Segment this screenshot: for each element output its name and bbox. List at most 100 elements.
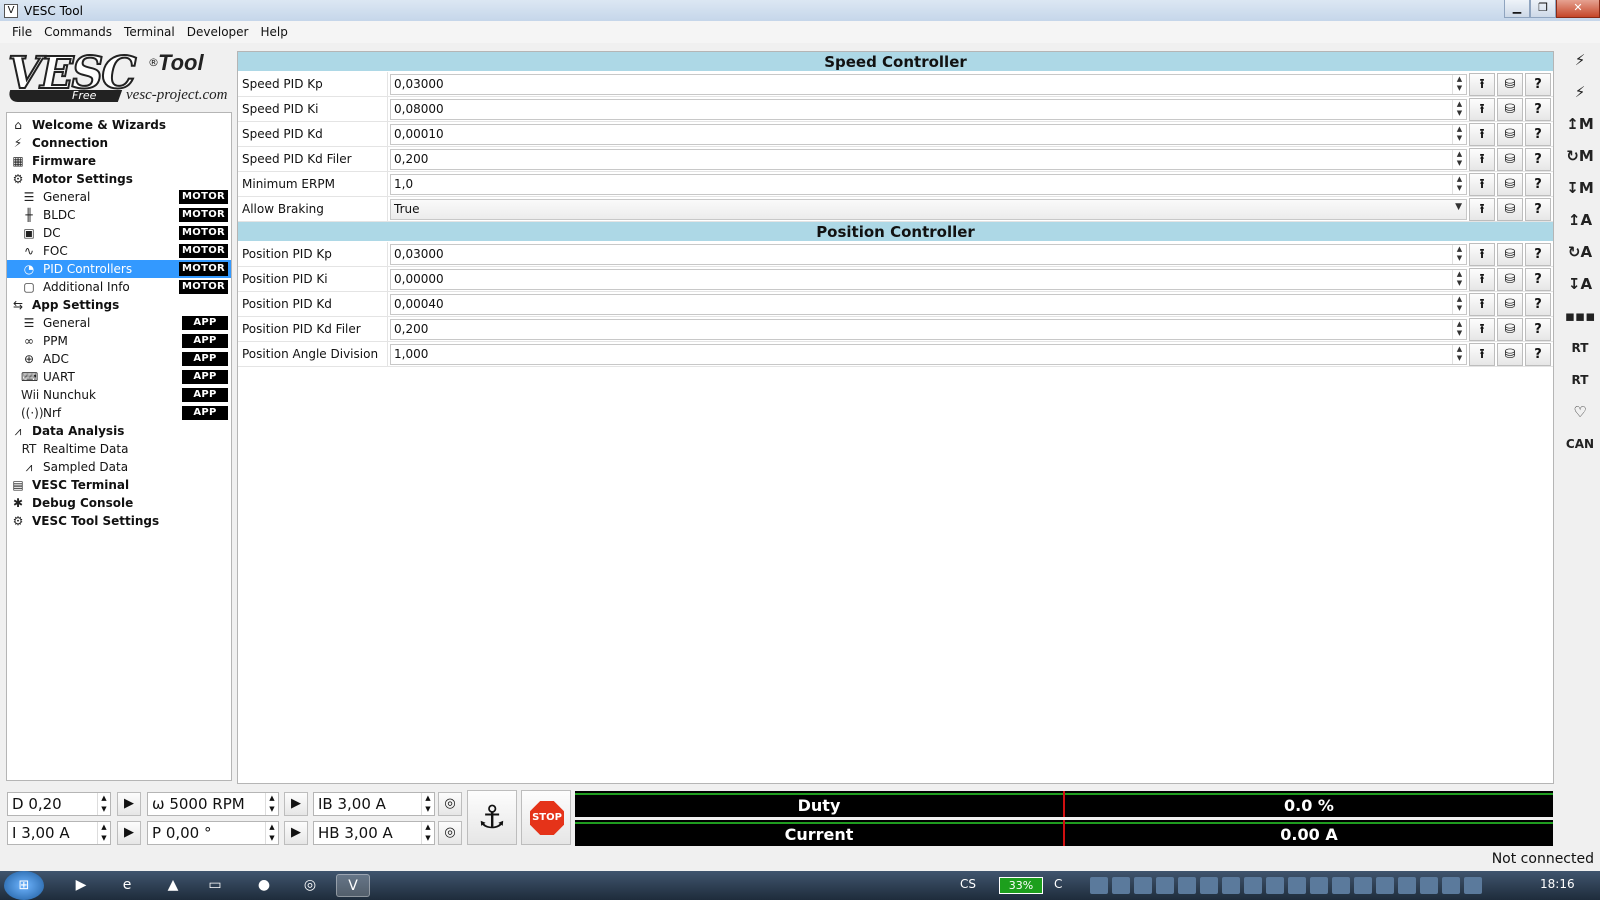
database-button[interactable]: ⛁ [1497,342,1523,366]
clock[interactable]: 18:16 [1540,877,1575,891]
tray-icon[interactable] [1244,877,1262,894]
menu-file[interactable]: File [6,25,38,39]
upload-button[interactable]: ⭱ [1469,242,1495,266]
position-input[interactable]: P 0,00 ° ▲ ▼ [147,821,279,845]
database-button[interactable]: ⛁ [1497,147,1523,171]
tree-item-sampled-data[interactable]: ⩘ Sampled Data [7,458,231,476]
tree-item-data-analysis[interactable]: ⩘ Data Analysis [7,422,231,440]
rt-app-icon[interactable]: RT [1564,366,1596,394]
tree-item-motor-settings[interactable]: ⚙ Motor Settings [7,170,231,188]
chat-app-icon[interactable]: ● [247,874,281,897]
database-button[interactable]: ⛁ [1497,292,1523,316]
tray-icon[interactable] [1376,877,1394,894]
database-button[interactable]: ⛁ [1497,97,1523,121]
upload-button[interactable]: ⭱ [1469,342,1495,366]
spinner-arrows[interactable]: ▲ ▼ [1452,269,1466,289]
tray-icon[interactable] [1134,877,1152,894]
database-button[interactable]: ⛁ [1497,242,1523,266]
language-indicator[interactable]: CS [960,877,976,891]
spinner-arrows[interactable]: ▲ ▼ [1452,74,1466,94]
param-spinbox[interactable]: 0,00000 ▲ ▼ [390,268,1467,290]
tree-item-nrf[interactable]: ((·)) Nrf APP [7,404,231,422]
help-button[interactable]: ? [1525,242,1551,266]
spinner-arrows[interactable]: ▲ ▼ [1452,174,1466,194]
param-spinbox[interactable]: 0,00010 ▲ ▼ [390,123,1467,145]
param-spinbox[interactable]: 0,200 ▲ ▼ [390,148,1467,170]
start-button[interactable]: ⊞ [4,871,44,900]
help-button[interactable]: ? [1525,147,1551,171]
can-fwd-icon[interactable]: ▪▪▪ [1564,302,1596,330]
vlc-icon[interactable]: ▲ [156,874,190,897]
position-play-button[interactable]: ▶ [284,821,308,845]
upload-button[interactable]: ⭱ [1469,292,1495,316]
upload-button[interactable]: ⭱ [1469,197,1495,221]
menu-terminal[interactable]: Terminal [118,25,181,39]
param-spinbox[interactable]: 0,00040 ▲ ▼ [390,293,1467,315]
rpm-spinner[interactable]: ▲ ▼ [265,793,278,815]
maximize-button[interactable]: ❐ [1530,0,1556,18]
tree-item-general[interactable]: ☰ General MOTOR [7,188,231,206]
tree-item-firmware[interactable]: ▦ Firmware [7,152,231,170]
database-button[interactable]: ⛁ [1497,267,1523,291]
upload-button[interactable]: ⭱ [1469,72,1495,96]
param-spinbox[interactable]: 0,08000 ▲ ▼ [390,98,1467,120]
help-button[interactable]: ? [1525,267,1551,291]
tray-icon[interactable] [1464,877,1482,894]
param-spinbox[interactable]: 0,200 ▲ ▼ [390,318,1467,340]
tree-item-general[interactable]: ☰ General APP [7,314,231,332]
param-spinbox[interactable]: 1,0 ▲ ▼ [390,173,1467,195]
upload-button[interactable]: ⭱ [1469,267,1495,291]
position-spinner[interactable]: ▲ ▼ [265,822,278,844]
param-spinbox[interactable]: 0,03000 ▲ ▼ [390,73,1467,95]
duty-play-button[interactable]: ▶ [117,792,141,816]
spinner-arrows[interactable]: ▲ ▼ [1452,244,1466,264]
spinner-arrows[interactable]: ▲ ▼ [1452,124,1466,144]
tray-icon[interactable] [1442,877,1460,894]
current-play-button[interactable]: ▶ [117,821,141,845]
duty-input[interactable]: D 0,20 ▲ ▼ [7,792,111,816]
can-icon[interactable]: CAN [1564,430,1596,458]
explorer-icon[interactable]: ▭ [198,874,232,897]
read-motor-icon[interactable]: ↥M [1564,110,1596,138]
help-button[interactable]: ? [1525,172,1551,196]
vesc-tool-taskbar-icon[interactable]: V [336,874,370,897]
current-input[interactable]: I 3,00 A ▲ ▼ [7,821,111,845]
tree-item-welcome-wizards[interactable]: ⌂ Welcome & Wizards [7,116,231,134]
read-app-icon[interactable]: ↥A [1564,206,1596,234]
tree-item-additional-info[interactable]: ▢ Additional Info MOTOR [7,278,231,296]
help-button[interactable]: ? [1525,122,1551,146]
minimize-button[interactable]: ▁ [1504,0,1530,18]
spinner-arrows[interactable]: ▲ ▼ [1452,319,1466,339]
help-button[interactable]: ? [1525,317,1551,341]
spinner-arrows[interactable]: ▲ ▼ [1452,99,1466,119]
ib-input[interactable]: IB 3,00 A ▲ ▼ [313,792,435,816]
disconnect-icon[interactable]: ⚡ [1564,78,1596,106]
hb-spinner[interactable]: ▲ ▼ [421,822,434,844]
help-button[interactable]: ? [1525,292,1551,316]
database-button[interactable]: ⛁ [1497,317,1523,341]
upload-button[interactable]: ⭱ [1469,147,1495,171]
tray-icon[interactable] [1332,877,1350,894]
battery-indicator[interactable]: 33% [999,877,1043,894]
tray-icon[interactable] [1420,877,1438,894]
hb-brake-button[interactable]: ◎ [438,821,462,845]
tray-icon[interactable] [1090,877,1108,894]
connect-icon[interactable]: ⚡ [1564,46,1596,74]
default-motor-icon[interactable]: ↻M [1564,142,1596,170]
menu-commands[interactable]: Commands [38,25,118,39]
tree-item-ppm[interactable]: ∞ PPM APP [7,332,231,350]
heart-icon[interactable]: ♡ [1564,398,1596,426]
tray-c-icon[interactable]: C [1054,877,1062,891]
chrome-icon[interactable]: ◎ [293,874,327,897]
upload-button[interactable]: ⭱ [1469,172,1495,196]
tree-item-bldc[interactable]: ╫ BLDC MOTOR [7,206,231,224]
tray-icon[interactable] [1156,877,1174,894]
tree-item-vesc-terminal[interactable]: ▤ VESC Terminal [7,476,231,494]
param-select[interactable]: True ▼ [390,198,1467,220]
tray-icon[interactable] [1398,877,1416,894]
param-spinbox[interactable]: 0,03000 ▲ ▼ [390,243,1467,265]
tree-item-nunchuk[interactable]: Wii Nunchuk APP [7,386,231,404]
ib-spinner[interactable]: ▲ ▼ [421,793,434,815]
tree-item-adc[interactable]: ⊕ ADC APP [7,350,231,368]
menu-developer[interactable]: Developer [181,25,255,39]
